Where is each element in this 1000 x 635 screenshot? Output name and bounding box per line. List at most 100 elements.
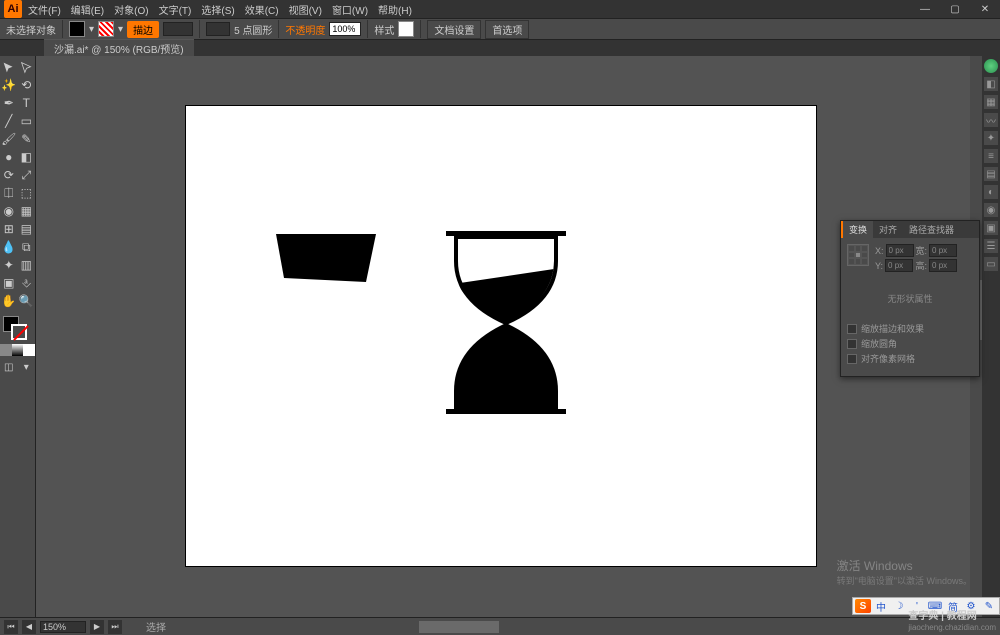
color-mode-normal[interactable] — [0, 344, 12, 356]
w-input[interactable] — [929, 244, 957, 257]
blob-brush-tool[interactable]: ● — [0, 148, 18, 166]
close-button[interactable]: ✕ — [970, 0, 1000, 18]
fill-dropdown-icon[interactable]: ▾ — [89, 24, 94, 35]
blend-tool[interactable]: ⧉ — [18, 238, 36, 256]
doc-setup-button[interactable]: 文档设置 — [427, 20, 481, 39]
brush-select[interactable] — [206, 22, 230, 36]
fill-stroke-control[interactable] — [0, 314, 35, 342]
horizontal-scrollbar-thumb[interactable] — [419, 621, 499, 633]
rotate-tool[interactable]: ⟳ — [0, 166, 18, 184]
ime-logo[interactable]: S — [855, 599, 871, 613]
layers-panel-icon[interactable]: ☰ — [983, 238, 999, 254]
align-pixel-checkbox[interactable] — [847, 354, 857, 364]
slice-tool[interactable]: ⎀ — [18, 274, 36, 292]
w-label: 宽: — [916, 244, 928, 257]
last-artboard-button[interactable]: ⏭ — [108, 620, 122, 634]
gradient-panel-icon[interactable]: ▤ — [983, 166, 999, 182]
watermark-text: 查字典 | 教程网 — [908, 611, 976, 622]
first-artboard-button[interactable]: ⏮ — [4, 620, 18, 634]
tab-pathfinder[interactable]: 路径查找器 — [903, 221, 960, 238]
lasso-tool[interactable]: ⟲ — [18, 76, 36, 94]
stroke-weight-input[interactable] — [163, 22, 193, 36]
tab-align[interactable]: 对齐 — [873, 221, 903, 238]
transform-panel[interactable]: 变换 对齐 路径查找器 X: 宽: Y: 高: 无形状属性 缩放描边和效果 缩放… — [840, 220, 980, 377]
ime-lang[interactable]: 中 — [873, 599, 889, 613]
magic-wand-tool[interactable]: ✨ — [0, 76, 18, 94]
libraries-icon[interactable] — [983, 58, 999, 74]
scale-tool[interactable]: ⤢ — [18, 166, 36, 184]
artwork-hourglass[interactable] — [436, 231, 576, 416]
scale-corners-checkbox[interactable] — [847, 339, 857, 349]
stroke-label[interactable]: 描边 — [127, 21, 159, 38]
width-tool[interactable]: ⎅ — [0, 184, 18, 202]
menu-file[interactable]: 文件(F) — [24, 0, 65, 19]
stroke-swatch[interactable] — [98, 21, 114, 37]
menu-edit[interactable]: 编辑(E) — [67, 0, 108, 19]
menu-object[interactable]: 对象(O) — [110, 0, 152, 19]
line-tool[interactable]: ╱ — [0, 112, 18, 130]
eraser-tool[interactable]: ◧ — [18, 148, 36, 166]
artboard[interactable] — [186, 106, 816, 566]
pen-tool[interactable]: ✒ — [0, 94, 18, 112]
hand-tool[interactable]: ✋ — [0, 292, 18, 310]
mesh-tool[interactable]: ⊞ — [0, 220, 18, 238]
menu-effect[interactable]: 效果(C) — [241, 0, 283, 19]
gradient-tool[interactable]: ▤ — [18, 220, 36, 238]
style-swatch[interactable] — [398, 21, 414, 37]
opacity-input[interactable] — [329, 22, 361, 36]
selection-tool[interactable] — [0, 58, 18, 76]
color-panel-icon[interactable]: ◧ — [983, 76, 999, 92]
shape-builder-tool[interactable]: ◉ — [0, 202, 18, 220]
document-tab[interactable]: 沙漏.ai* @ 150% (RGB/预览) — [44, 39, 194, 57]
status-bar: ⏮ ◀ ▶ ⏭ 选择 — [0, 617, 1000, 635]
transparency-panel-icon[interactable]: ◐ — [983, 184, 999, 200]
fill-swatch[interactable] — [69, 21, 85, 37]
tab-transform[interactable]: 变换 — [841, 221, 873, 238]
draw-normal[interactable]: ◫ — [0, 360, 18, 374]
artboard-tool[interactable]: ▣ — [0, 274, 18, 292]
y-input[interactable] — [885, 259, 913, 272]
stroke-panel-icon[interactable]: ≡ — [983, 148, 999, 164]
ime-moon-icon[interactable]: ☽ — [891, 599, 907, 613]
menu-view[interactable]: 视图(V) — [285, 0, 326, 19]
prev-artboard-button[interactable]: ◀ — [22, 620, 36, 634]
direct-selection-tool[interactable] — [18, 58, 36, 76]
next-artboard-button[interactable]: ▶ — [90, 620, 104, 634]
menu-help[interactable]: 帮助(H) — [374, 0, 416, 19]
screen-mode-button[interactable]: ▾ — [18, 360, 36, 374]
rectangle-tool[interactable]: ▭ — [18, 112, 36, 130]
swatches-panel-icon[interactable]: ▦ — [983, 94, 999, 110]
horizontal-scrollbar[interactable] — [174, 621, 992, 633]
eyedropper-tool[interactable]: 💧 — [0, 238, 18, 256]
artboards-panel-icon[interactable]: ▭ — [983, 256, 999, 272]
maximize-button[interactable]: ▢ — [940, 0, 970, 18]
type-tool[interactable]: T — [18, 94, 36, 112]
graph-tool[interactable]: ▥ — [18, 256, 36, 274]
stroke-dropdown-icon[interactable]: ▾ — [118, 24, 123, 35]
color-mode-gradient[interactable] — [12, 344, 24, 356]
menu-select[interactable]: 选择(S) — [197, 0, 238, 19]
appearance-panel-icon[interactable]: ◉ — [983, 202, 999, 218]
h-input[interactable] — [929, 259, 957, 272]
minimize-button[interactable]: — — [910, 0, 940, 18]
x-input[interactable] — [886, 244, 914, 257]
menu-type[interactable]: 文字(T) — [155, 0, 196, 19]
perspective-tool[interactable]: ▦ — [18, 202, 36, 220]
graphic-styles-panel-icon[interactable]: ▣ — [983, 220, 999, 236]
menu-window[interactable]: 窗口(W) — [328, 0, 372, 19]
reference-point-grid[interactable] — [847, 244, 869, 266]
scale-strokes-checkbox[interactable] — [847, 324, 857, 334]
free-transform-tool[interactable]: ⬚ — [18, 184, 36, 202]
stroke-color[interactable] — [11, 324, 27, 340]
paintbrush-tool[interactable]: 🖌 — [0, 130, 18, 148]
prefs-button[interactable]: 首选项 — [485, 20, 529, 39]
symbols-panel-icon[interactable]: ✦ — [983, 130, 999, 146]
color-mode-none[interactable] — [23, 344, 35, 356]
brushes-panel-icon[interactable]: 〰 — [983, 112, 999, 128]
zoom-tool[interactable]: 🔍 — [18, 292, 36, 310]
menu-bar: Ai 文件(F) 编辑(E) 对象(O) 文字(T) 选择(S) 效果(C) 视… — [0, 0, 1000, 18]
artwork-trapezoid[interactable] — [276, 234, 376, 284]
pencil-tool[interactable]: ✎ — [18, 130, 36, 148]
symbol-sprayer-tool[interactable]: ✦ — [0, 256, 18, 274]
zoom-select[interactable] — [40, 621, 86, 633]
